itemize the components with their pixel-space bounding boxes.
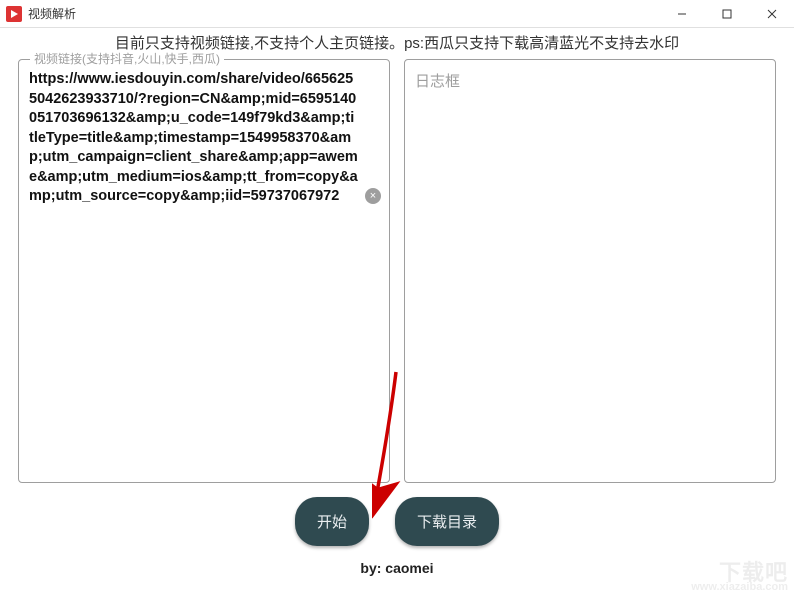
close-button[interactable]: [749, 0, 794, 27]
input-panel-label: 视频链接(支持抖音,火山,快手,西瓜): [30, 50, 224, 67]
window-title: 视频解析: [28, 5, 76, 22]
app-icon: [6, 6, 22, 22]
watermark-sub: www.xiazaiba.com: [691, 582, 788, 593]
credit-text: by: caomei: [0, 552, 794, 576]
log-panel-box: 日志框: [404, 59, 776, 483]
input-panel-box: https://www.iesdouyin.com/share/video/66…: [18, 59, 390, 483]
download-dir-button[interactable]: 下载目录: [395, 497, 499, 546]
window-controls: [659, 0, 794, 27]
button-row: 开始 下载目录: [0, 483, 794, 552]
panels-container: 视频链接(支持抖音,火山,快手,西瓜) https://www.iesdouyi…: [0, 59, 794, 483]
log-placeholder: 日志框: [415, 70, 765, 91]
minimize-button[interactable]: [659, 0, 704, 27]
start-button[interactable]: 开始: [295, 497, 369, 546]
window-titlebar: 视频解析: [0, 0, 794, 28]
input-panel: 视频链接(支持抖音,火山,快手,西瓜) https://www.iesdouyi…: [18, 59, 390, 483]
url-input[interactable]: https://www.iesdouyin.com/share/video/66…: [29, 70, 359, 207]
log-panel: 日志框: [404, 59, 776, 483]
titlebar-left: 视频解析: [6, 5, 76, 22]
maximize-button[interactable]: [704, 0, 749, 27]
clear-input-icon[interactable]: ×: [365, 188, 381, 204]
